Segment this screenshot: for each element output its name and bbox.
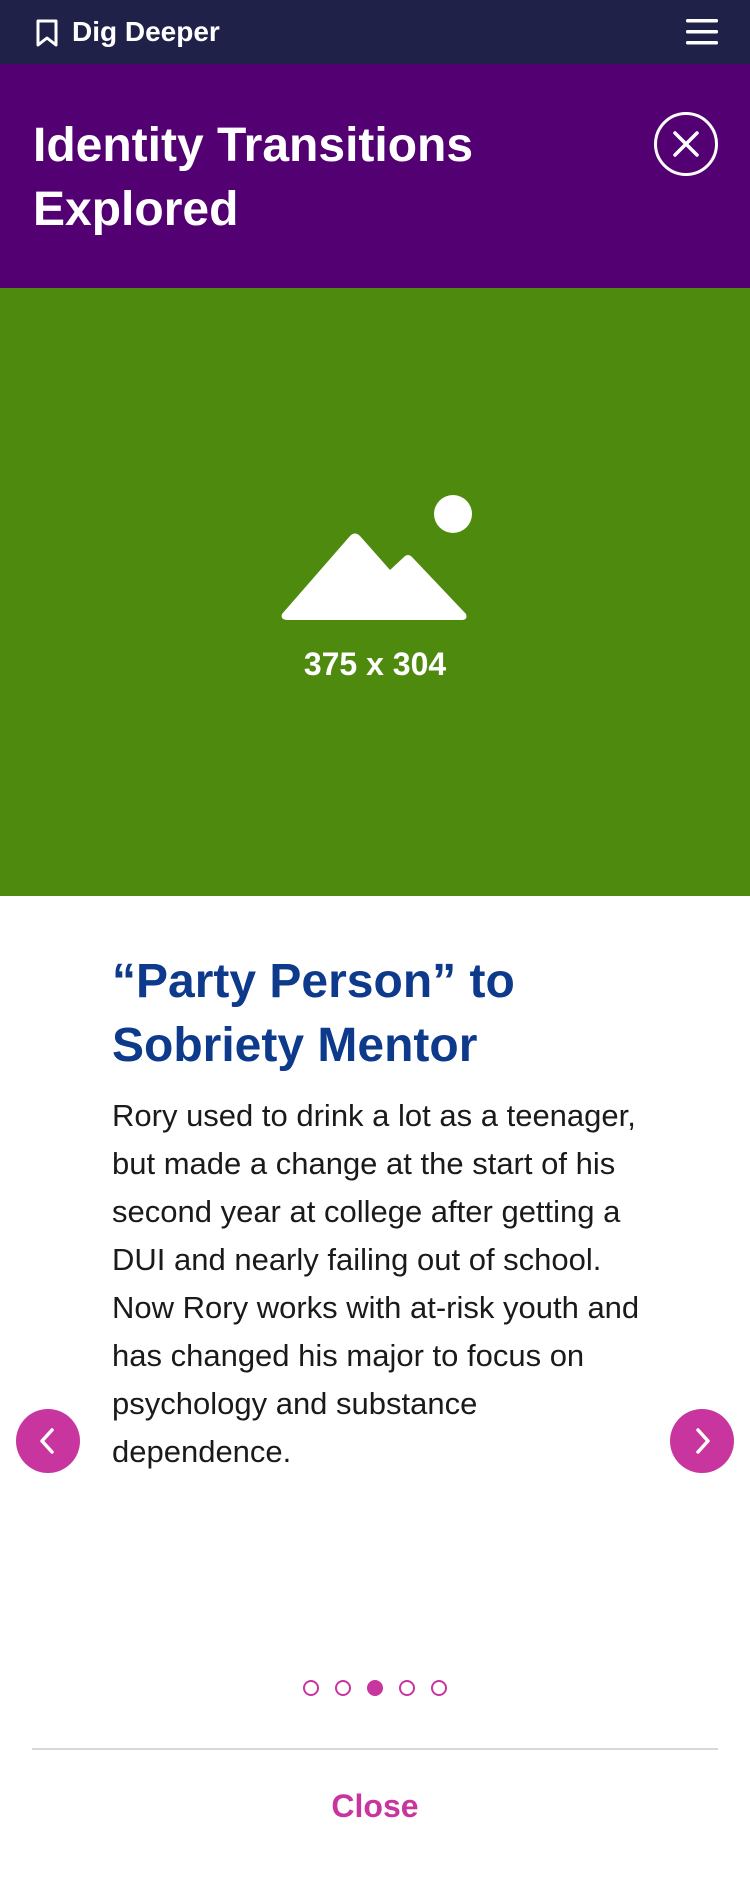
divider: [32, 1748, 718, 1750]
modal-title: Identity Transitions Explored: [33, 119, 474, 236]
pagination-dot[interactable]: [303, 1680, 319, 1696]
slide-image-placeholder: 375 x 304: [0, 288, 750, 896]
image-placeholder-icon: [281, 495, 472, 620]
brand-title[interactable]: Dig Deeper: [72, 14, 220, 50]
pagination-dot[interactable]: [367, 1680, 383, 1696]
top-navigation-bar: Dig Deeper: [0, 0, 750, 64]
image-dimensions-label: 375 x 304: [303, 646, 447, 682]
next-slide-button[interactable]: [670, 1409, 734, 1473]
pagination-dot[interactable]: [431, 1680, 447, 1696]
carousel-pagination: [0, 1680, 750, 1700]
chevron-left-icon: [40, 1428, 54, 1454]
close-icon: [673, 131, 699, 157]
close-button[interactable]: Close: [0, 1784, 750, 1828]
pagination-dot[interactable]: [335, 1680, 351, 1696]
slide-title: “Party Person” to Sobriety Mentor: [112, 955, 515, 1072]
bookmark-icon[interactable]: [34, 18, 60, 48]
pagination-dot[interactable]: [399, 1680, 415, 1696]
slide-body-text: Rory used to drink a lot as a teenager, …: [112, 1098, 640, 1469]
chevron-right-icon: [696, 1428, 710, 1454]
close-modal-button[interactable]: [654, 112, 718, 176]
previous-slide-button[interactable]: [16, 1409, 80, 1473]
hamburger-menu-icon[interactable]: [684, 16, 720, 48]
modal-header: Identity Transitions Explored: [0, 64, 750, 288]
